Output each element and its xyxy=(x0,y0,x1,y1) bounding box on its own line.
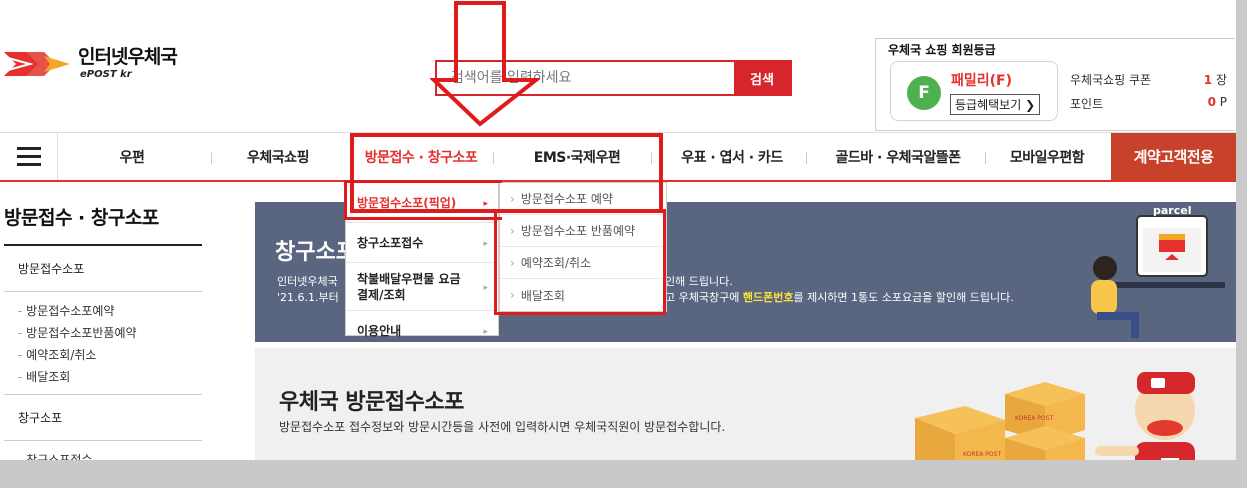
dropdown-item-counter-label: 창구소포접수 xyxy=(357,235,424,250)
lnb-title: 방문접수 · 창구소포 xyxy=(4,207,159,229)
gnb-item-mobile-mailbox[interactable]: 모바일우편함 xyxy=(992,133,1102,180)
point-value: 0 xyxy=(1207,95,1216,109)
gnb-item-shopping[interactable]: 우체국쇼핑 xyxy=(218,133,338,180)
point-unit: P xyxy=(1219,95,1227,109)
dropdown-sub-reserve-check[interactable]: 예약조회/취소 xyxy=(500,247,666,279)
search-button[interactable]: 검색 xyxy=(734,62,790,94)
banner2-title: 우체국 방문접수소포 xyxy=(279,390,464,415)
lnb-item-delivery-track[interactable]: 배달조회 xyxy=(18,366,202,388)
banner1-line1-right: 인해 드립니다. xyxy=(665,275,733,288)
banner1-line2: '21.6.1.부터 xyxy=(277,291,339,304)
dropdown-item-counter[interactable]: 창구소포접수 ▸ xyxy=(346,223,498,263)
dropdown-item-pickup-label: 방문접수소포(픽업) xyxy=(357,195,457,210)
contract-customer-button[interactable]: 계약고객전용 xyxy=(1111,133,1236,180)
banner1-line2-highlight: 핸드폰번호 xyxy=(742,291,794,304)
point-label: 포인트 xyxy=(1070,97,1104,111)
grade-badge: F xyxy=(907,76,941,110)
box-label-1: KOREA POST xyxy=(963,451,1001,458)
gnb-item-post[interactable]: 우편 xyxy=(72,133,192,180)
gnb-item-goldbar[interactable]: 골드바 · 우체국알뜰폰 xyxy=(815,133,981,180)
lnb-pickup-list: 방문접수소포예약 방문접수소포반품예약 예약조회/취소 배달조회 xyxy=(4,292,202,394)
chevron-right-icon: ▸ xyxy=(483,198,488,209)
korea-post-boxes-illustration: KOREA POST KOREA POST xyxy=(915,372,1195,460)
lnb-group-counter[interactable]: 창구소포 xyxy=(4,394,202,441)
grade-benefit-button[interactable]: 등급혜택보기 ❯ xyxy=(950,94,1041,115)
coupon-unit: 장 xyxy=(1215,73,1227,87)
dropdown-item-guide-label: 이용안내 xyxy=(357,324,402,338)
gnb-item-ems[interactable]: EMS·국제우편 xyxy=(508,133,646,180)
side-navigation: 방문접수소포 방문접수소포예약 방문접수소포반품예약 예약조회/취소 배달조회 … xyxy=(4,244,202,460)
grade-card: F 패밀리(F) 등급혜택보기 ❯ xyxy=(890,61,1058,121)
banner1-title: 창구소포 xyxy=(275,240,356,265)
parcel-computer-illustration: parcel xyxy=(1091,204,1225,338)
gnb-item-stamps[interactable]: 우표 · 엽서 · 카드 xyxy=(662,133,802,180)
banner1-line1: 인터넷우체국 xyxy=(277,275,338,288)
chevron-right-icon: ❯ xyxy=(1025,98,1036,112)
logo-subtitle: ePOST kr xyxy=(80,69,132,80)
box-label-2: KOREA POST xyxy=(1015,415,1053,422)
lnb-item-counter-accept[interactable]: 창구소포접수 xyxy=(18,449,202,460)
banner1-line2-pre: 고 우체국창구에 xyxy=(665,291,740,304)
gnb-dropdown-left: 방문접수소포(픽업) ▸ 창구소포접수 ▸ 착불배달우편물 요금 결제/조회 ▸ 이용… xyxy=(345,182,499,338)
page: 인터넷우체국 ePOST kr 검색 우체국 쇼핑 회원등급 F 패밀리(F) … xyxy=(0,0,1236,460)
grade-benefit-label: 등급혜택보기 xyxy=(955,98,1022,112)
dropdown-sub-return-reserve[interactable]: 방문접수소포 반품예약 xyxy=(500,215,666,247)
coupon-count[interactable]: 1 장 xyxy=(1204,71,1227,88)
parcel-label: parcel xyxy=(1153,204,1191,217)
dropdown-sub-delivery-track[interactable]: 배달조회 xyxy=(500,279,666,311)
dropdown-item-cod-payment[interactable]: 착불배달우편물 요금 결제/조회 ▸ xyxy=(346,263,498,311)
gnb-item-pickup-parcel[interactable]: 방문접수 · 창구소포 xyxy=(352,133,490,180)
lnb-counter-list: 창구소포접수 xyxy=(4,441,202,460)
lnb-group-pickup[interactable]: 방문접수소포 xyxy=(4,244,202,292)
member-grade-title: 우체국 쇼핑 회원등급 xyxy=(888,43,996,57)
coupon-label: 우체국쇼핑 쿠폰 xyxy=(1070,73,1152,87)
dropdown-item-guide[interactable]: 이용안내 ▸ xyxy=(346,311,498,351)
logo-title: 인터넷우체국 xyxy=(78,46,178,68)
lnb-item-return-reserve[interactable]: 방문접수소포반품예약 xyxy=(18,322,202,344)
point-count[interactable]: 0 P xyxy=(1208,95,1227,109)
gnb-dropdown-right: 방문접수소포 예약 방문접수소포 반품예약 예약조회/취소 배달조회 xyxy=(499,182,667,312)
banner1-text-left: 인터넷우체국 '21.6.1.부터 xyxy=(277,274,339,306)
coupon-value: 1 xyxy=(1203,73,1213,87)
pickup-parcel-banner: 우체국 방문접수소포 방문접수소포 접수정보와 방문시간등을 사전에 입력하시면… xyxy=(255,348,1236,460)
chevron-right-icon: ▸ xyxy=(483,327,488,337)
member-grade-panel: 우체국 쇼핑 회원등급 F 패밀리(F) 등급혜택보기 ❯ 우체국쇼핑 쿠폰 1… xyxy=(875,38,1235,131)
epost-logo[interactable]: 인터넷우체국 ePOST kr xyxy=(4,46,178,80)
grade-name: 패밀리(F) xyxy=(951,73,1013,89)
banner2-description: 방문접수소포 접수정보와 방문시간등을 사전에 입력하시면 우체국직원이 방문접… xyxy=(279,420,726,434)
menu-icon[interactable] xyxy=(0,133,58,180)
dropdown-item-pickup[interactable]: 방문접수소포(픽업) ▸ xyxy=(346,183,498,223)
dropdown-item-cod-label: 착불배달우편물 요금 결제/조회 xyxy=(357,271,461,302)
banner1-line2-post: 를 제시하면 1통도 소포요금을 할인해 드립니다. xyxy=(793,291,1014,304)
annotation-down-arrow-icon xyxy=(430,1,540,127)
lnb-item-reserve-check[interactable]: 예약조회/취소 xyxy=(18,344,202,366)
main-navigation: 우편 우체국쇼핑 방문접수 · 창구소포 EMS·국제우편 우표 · 엽서 · … xyxy=(0,132,1236,182)
chevron-right-icon: ▸ xyxy=(483,238,488,249)
dropdown-sub-pickup-reserve[interactable]: 방문접수소포 예약 xyxy=(500,183,666,215)
epost-logo-icon xyxy=(4,48,72,80)
lnb-item-pickup-reserve[interactable]: 방문접수소포예약 xyxy=(18,300,202,322)
chevron-right-icon: ▸ xyxy=(483,282,488,293)
banner1-text-right: 인해 드립니다. 고 우체국창구에 핸드폰번호를 제시하면 1통도 소포요금을 … xyxy=(665,274,1014,306)
